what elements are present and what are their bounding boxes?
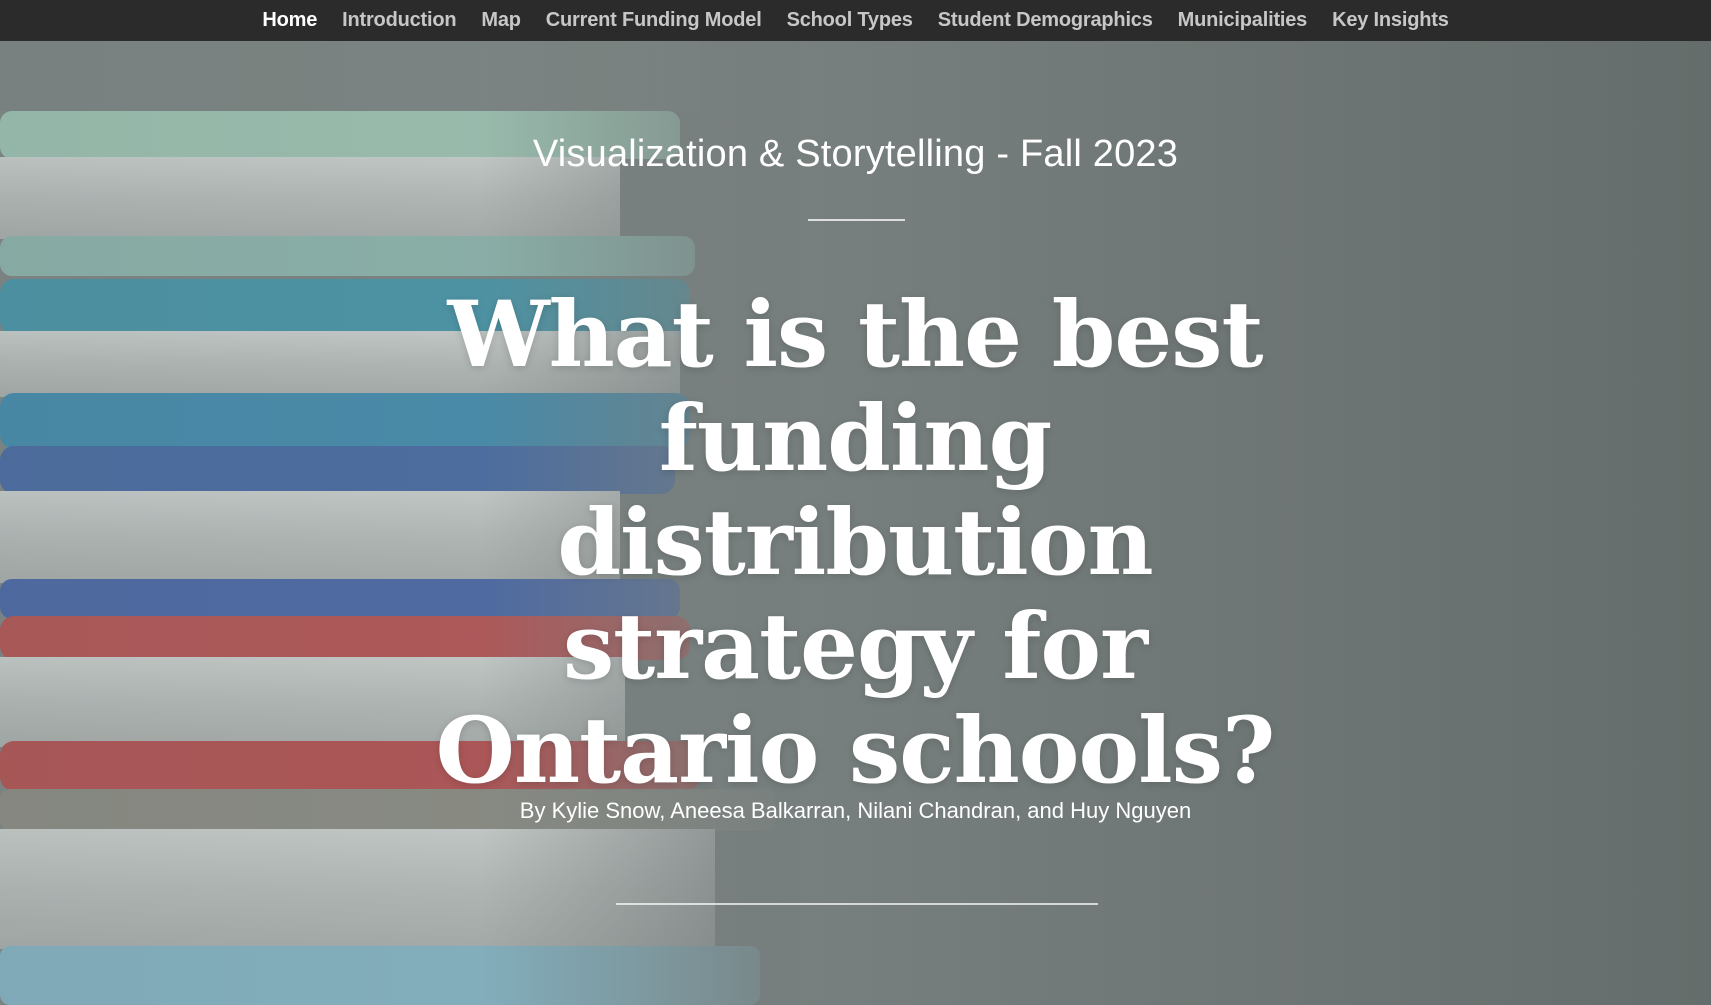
nav-item-home[interactable]: Home [262, 9, 317, 32]
title-line: What is the best [447, 282, 1263, 388]
author-byline: By Kylie Snow, Aneesa Balkarran, Nilani … [519, 798, 1192, 823]
hero-content: Visualization & Storytelling - Fall 2023… [0, 41, 1711, 1005]
nav-item-current-funding-model[interactable]: Current Funding Model [546, 9, 762, 32]
long-divider [616, 903, 1098, 905]
page-title: What is the best funding distribution st… [405, 283, 1305, 803]
title-line: strategy for [562, 594, 1148, 700]
top-navigation: Home Introduction Map Current Funding Mo… [0, 0, 1711, 41]
nav-item-student-demographics[interactable]: Student Demographics [938, 9, 1153, 32]
title-line: distribution [557, 490, 1153, 596]
short-divider [808, 219, 905, 221]
title-line: Ontario schools? [435, 698, 1276, 804]
title-line: funding [658, 386, 1052, 492]
course-subtitle: Visualization & Storytelling - Fall 2023 [532, 133, 1179, 175]
hero-section: Visualization & Storytelling - Fall 2023… [0, 41, 1711, 1005]
nav-item-school-types[interactable]: School Types [787, 9, 913, 32]
nav-item-introduction[interactable]: Introduction [342, 9, 456, 32]
nav-item-key-insights[interactable]: Key Insights [1332, 9, 1449, 32]
nav-item-municipalities[interactable]: Municipalities [1178, 9, 1308, 32]
nav-item-map[interactable]: Map [481, 9, 521, 32]
nav-list: Home Introduction Map Current Funding Mo… [262, 9, 1448, 32]
